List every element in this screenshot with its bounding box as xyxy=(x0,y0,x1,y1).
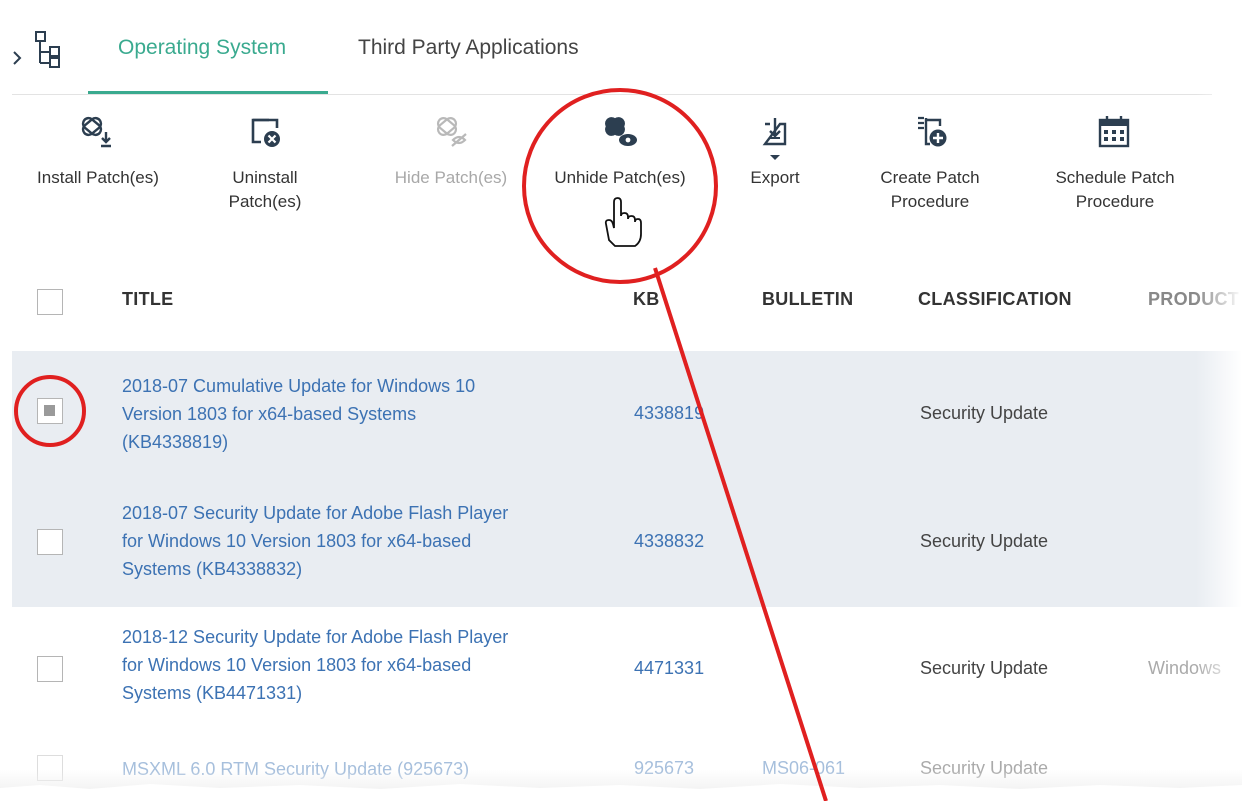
create-patch-procedure-label: Create Patch Procedure xyxy=(855,166,1005,214)
product-cell: Windows xyxy=(1148,658,1222,678)
uninstall-patch-icon xyxy=(251,118,280,147)
title-line: 2018-12 Security Update for Adobe Flash … xyxy=(122,627,509,647)
row-checkbox[interactable] xyxy=(37,656,63,682)
tab-operating-system[interactable]: Operating System xyxy=(118,36,286,60)
schedule-label-line1: Schedule Patch xyxy=(1055,168,1175,187)
install-patch-icon xyxy=(81,116,111,148)
create-procedure-icon xyxy=(918,116,947,147)
uninstall-label-line2: Patch(es) xyxy=(228,192,302,211)
uninstall-patches-button[interactable]: Uninstall Patch(es) xyxy=(200,114,330,214)
hide-patches-label: Hide Patch(es) xyxy=(394,168,508,187)
create-label-line2: Procedure xyxy=(890,192,970,211)
classification-cell: Security Update xyxy=(920,658,1049,678)
export-button[interactable]: Export xyxy=(735,114,815,190)
column-header-title[interactable]: TITLE xyxy=(122,289,174,310)
create-patch-procedure-button[interactable]: Create Patch Procedure xyxy=(855,114,1005,214)
classification-cell: Security Update xyxy=(920,403,1049,423)
title-line: 2018-07 Security Update for Adobe Flash … xyxy=(122,503,509,523)
install-patches-button[interactable]: Install Patch(es) xyxy=(18,114,178,190)
kb-link[interactable]: 4471331 xyxy=(634,658,704,679)
create-label-line1: Create Patch xyxy=(880,168,980,187)
torn-edge xyxy=(0,784,1242,801)
row-checkbox[interactable] xyxy=(37,398,63,424)
title-line: Systems (KB4471331) xyxy=(122,683,303,703)
patch-title-link[interactable]: 2018-07 Security Update for Adobe Flash … xyxy=(122,499,508,583)
patch-management-screen: Operating System Third Party Application… xyxy=(0,0,1242,801)
unhide-patches-label: Unhide Patch(es) xyxy=(554,168,686,187)
select-all-checkbox[interactable] xyxy=(37,289,63,315)
unhide-patch-icon xyxy=(605,117,637,146)
tab-third-party-applications[interactable]: Third Party Applications xyxy=(358,36,579,60)
schedule-patch-procedure-label: Schedule Patch Procedure xyxy=(1030,166,1200,214)
table-header: TITLE KB BULLETIN CLASSIFICATION PRODUCT xyxy=(0,265,1242,350)
tab-bar: Operating System Third Party Application… xyxy=(0,0,1242,95)
tree-toggle-icon[interactable] xyxy=(12,26,72,70)
unhide-patches-button[interactable]: Unhide Patch(es) xyxy=(530,114,710,190)
column-header-product[interactable]: PRODUCT xyxy=(1148,289,1239,310)
export-icon xyxy=(762,118,787,160)
schedule-patch-procedure-button[interactable]: Schedule Patch Procedure xyxy=(1030,114,1200,214)
column-header-classification[interactable]: CLASSIFICATION xyxy=(918,289,1072,310)
table-row[interactable]: 2018-07 Cumulative Update for Windows 10… xyxy=(12,351,1242,479)
chevron-down-icon xyxy=(770,155,780,160)
hide-patches-button[interactable]: Hide Patch(es) xyxy=(376,114,526,190)
classification-cell: Security Update xyxy=(920,531,1049,551)
patch-title-link[interactable]: 2018-12 Security Update for Adobe Flash … xyxy=(122,623,508,707)
tab-divider xyxy=(12,94,1212,95)
patch-title-link[interactable]: 2018-07 Cumulative Update for Windows 10… xyxy=(122,372,475,456)
column-header-kb[interactable]: KB xyxy=(633,289,660,310)
uninstall-patches-label: Uninstall Patch(es) xyxy=(200,166,330,214)
row-checkbox[interactable] xyxy=(37,529,63,555)
title-line: 2018-07 Cumulative Update for Windows 10 xyxy=(122,376,476,396)
schedule-calendar-icon xyxy=(1098,116,1130,148)
toolbar: Install Patch(es) Uninstall Patch(es) Hi… xyxy=(0,100,1242,260)
kb-link[interactable]: 4338819 xyxy=(634,403,704,424)
table-row[interactable]: 2018-12 Security Update for Adobe Flash … xyxy=(12,607,1242,733)
table-row[interactable]: 2018-07 Security Update for Adobe Flash … xyxy=(12,479,1242,607)
export-label: Export xyxy=(750,168,800,187)
schedule-label-line2: Procedure xyxy=(1075,192,1155,211)
title-line: Version 1803 for x64-based Systems xyxy=(122,404,417,424)
hide-patch-icon xyxy=(436,117,467,147)
uninstall-label-line1: Uninstall xyxy=(232,168,298,187)
title-line: Systems (KB4338832) xyxy=(122,559,303,579)
kb-link[interactable]: 4338832 xyxy=(634,531,704,552)
title-line: for Windows 10 Version 1803 for x64-base… xyxy=(122,531,472,551)
install-patches-label: Install Patch(es) xyxy=(37,168,159,187)
column-header-bulletin[interactable]: BULLETIN xyxy=(762,289,853,310)
title-line: (KB4338819) xyxy=(122,432,229,452)
title-line: for Windows 10 Version 1803 for x64-base… xyxy=(122,655,472,675)
